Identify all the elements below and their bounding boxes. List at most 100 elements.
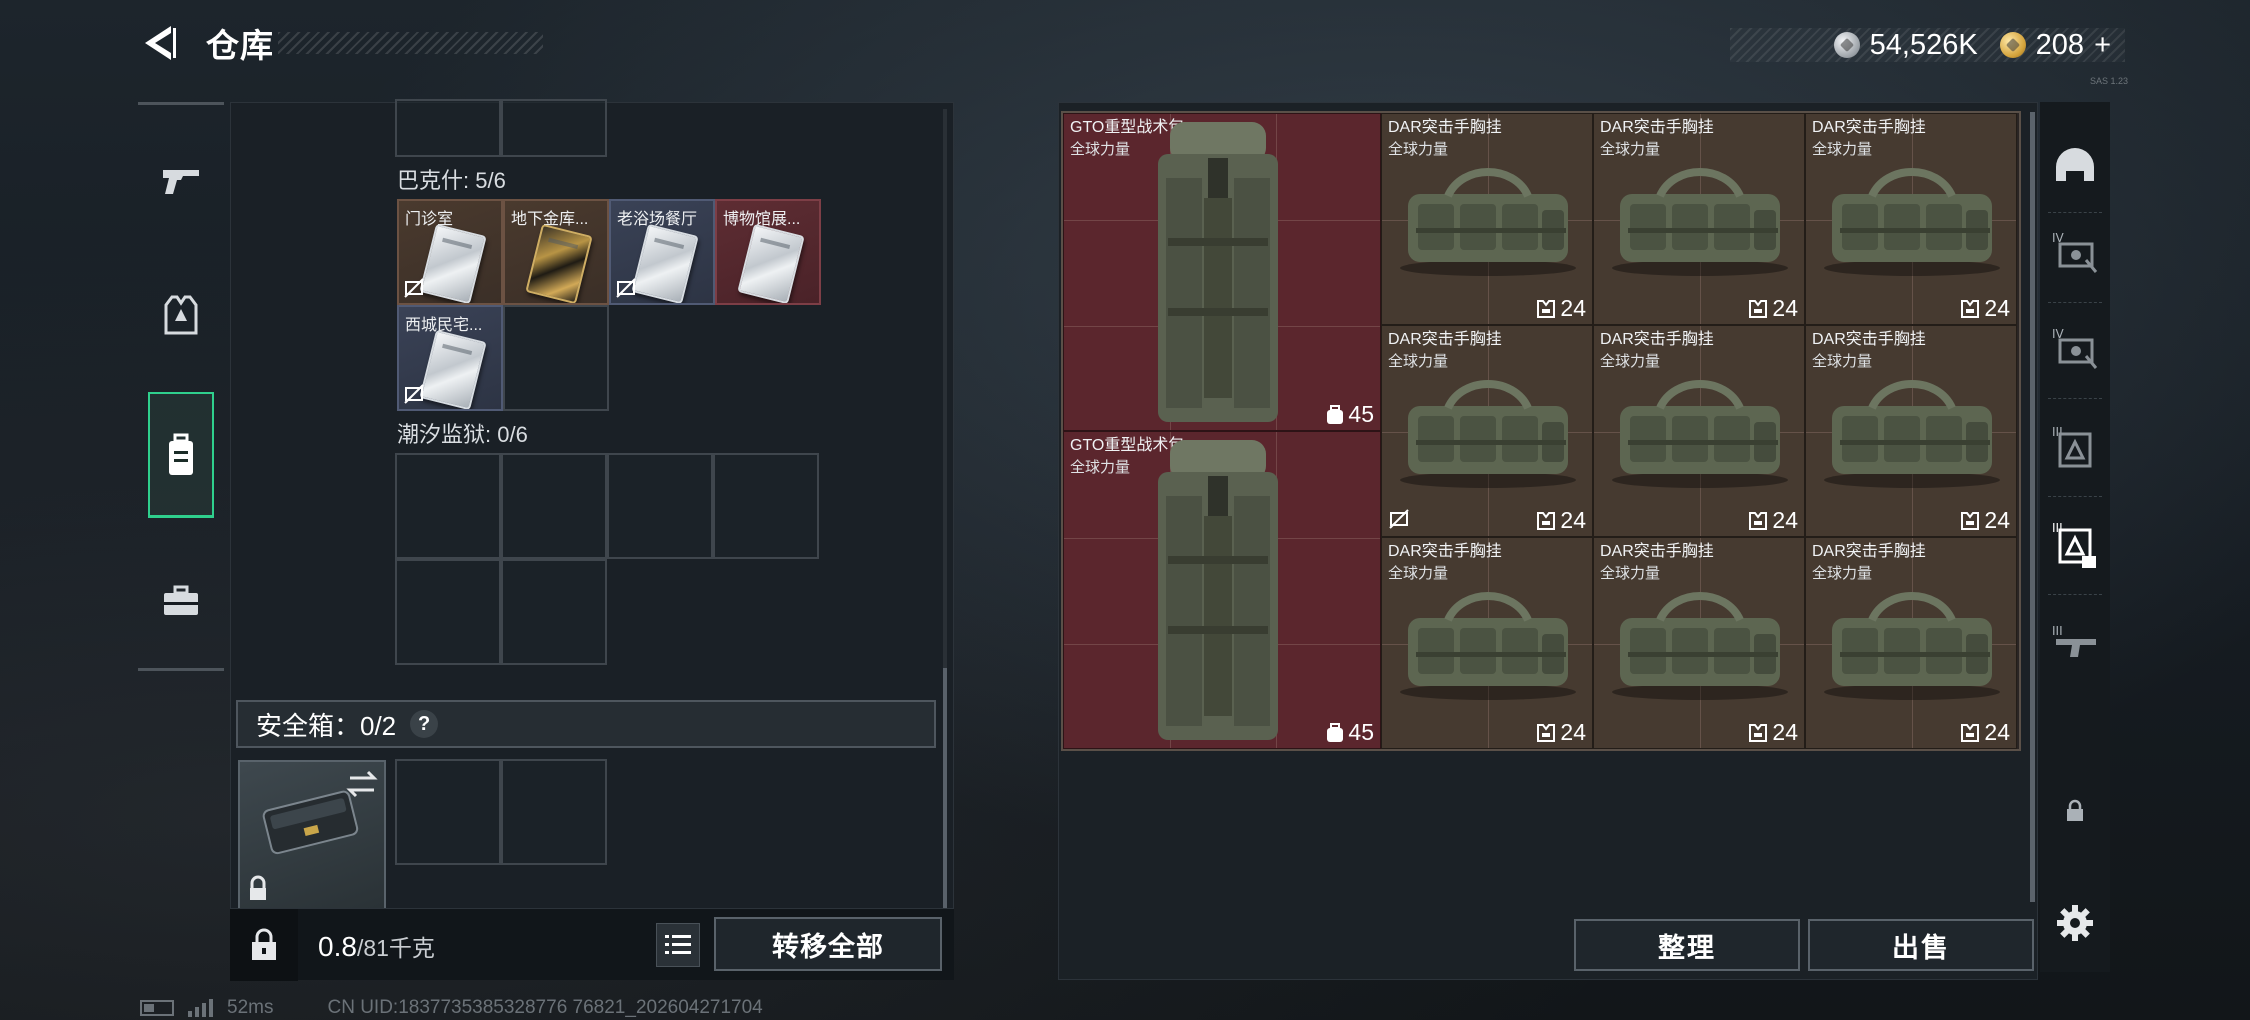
item-capacity: 24 (1748, 295, 1798, 322)
filter-armor-iv[interactable]: IV (2050, 228, 2100, 278)
keycard-item[interactable]: 门诊室 (397, 199, 503, 305)
backpack-item[interactable]: GTO重型战术包 全球力量 45 (1063, 113, 1381, 431)
weight-display: 0.8/81千克 (318, 929, 435, 963)
gun-iii-icon: III (2052, 624, 2096, 657)
list-icon (665, 935, 691, 954)
right-filter-rail: IV IV III III III (2040, 102, 2110, 972)
empty-slot[interactable] (503, 305, 609, 411)
chest-rig-item[interactable]: DAR突击手胸挂 全球力量 24 (1805, 537, 2017, 749)
card-label: 西城民宅... (405, 317, 483, 334)
keycard-item[interactable]: 地下金库... (503, 199, 609, 305)
tidy-button[interactable]: 整理 (1574, 919, 1800, 971)
padlock-icon (252, 928, 276, 960)
empty-slot[interactable] (395, 453, 501, 559)
title-bar: 仓库 (138, 22, 548, 65)
keycard-item[interactable]: 博物馆展... (715, 199, 821, 305)
backpack-image (1158, 122, 1278, 422)
armor-iv-icon: IV (2052, 327, 2098, 369)
filter-gun-iii[interactable]: III (2050, 618, 2100, 668)
chest-rig-item[interactable]: DAR突击手胸挂 全球力量 24 (1381, 325, 1593, 537)
back-button[interactable] (138, 22, 180, 64)
chest-rig-image (1612, 592, 1788, 700)
chest-rig-item[interactable]: DAR突击手胸挂 全球力量 24 (1805, 325, 2017, 537)
chest-rig-item[interactable]: DAR突击手胸挂 全球力量 24 (1381, 113, 1593, 325)
vest-icon (164, 295, 198, 335)
safebox-slot[interactable] (395, 759, 501, 865)
chest-rig-icon (1537, 723, 1556, 742)
container-scrollbar[interactable] (2030, 112, 2035, 902)
weight-lock[interactable] (230, 909, 298, 981)
chest-rig-image (1612, 168, 1788, 276)
rig-iii-icon: III (2052, 521, 2096, 568)
item-capacity: 24 (1536, 719, 1586, 746)
add-currency-button[interactable]: + (2094, 29, 2111, 62)
item-brand: 全球力量 (1812, 353, 1873, 370)
keycard-item[interactable]: 西城民宅... (397, 305, 503, 411)
safebox-header: 安全箱：0/2 ? (236, 700, 936, 748)
rail-item-backpack[interactable] (148, 392, 214, 518)
chest-rig-image (1824, 380, 2000, 488)
chest-rig-icon (1749, 723, 1768, 742)
empty-slot[interactable] (395, 559, 501, 665)
item-name: DAR突击手胸挂 (1388, 331, 1502, 348)
list-view-button[interactable] (656, 923, 700, 967)
item-capacity: 24 (1748, 719, 1798, 746)
chest-rig-item[interactable]: DAR突击手胸挂 全球力量 24 (1381, 537, 1593, 749)
empty-slot[interactable] (501, 559, 607, 665)
chest-rig-image (1400, 380, 1576, 488)
safebox-container[interactable] (238, 760, 386, 910)
settings-button[interactable] (2050, 898, 2100, 948)
lock-icon (2067, 799, 2083, 821)
card-label: 老浴场餐厅 (617, 211, 698, 228)
no-trade-icon (404, 278, 424, 298)
item-name: DAR突击手胸挂 (1388, 543, 1502, 560)
keycard-image (419, 329, 487, 409)
grid-cell (395, 99, 501, 157)
backpack-item[interactable]: GTO重型战术包 全球力量 45 (1063, 431, 1381, 749)
item-name: DAR突击手胸挂 (1600, 119, 1714, 136)
chest-rig-icon (1961, 511, 1980, 530)
filter-rig-iii-active[interactable]: III (2050, 520, 2100, 570)
container-grid: GTO重型战术包 全球力量 45 GTO重型战术包 全球力量 45 DAR突击手… (1061, 111, 2021, 751)
item-name: DAR突击手胸挂 (1812, 543, 1926, 560)
help-button[interactable]: ? (410, 710, 439, 738)
chest-rig-item[interactable]: DAR突击手胸挂 全球力量 24 (1593, 537, 1805, 749)
filter-helmet[interactable] (2050, 140, 2100, 190)
weight-capacity: /81千克 (356, 935, 435, 961)
chest-rig-image (1824, 592, 2000, 700)
stash-scroll-thumb[interactable] (943, 668, 947, 908)
rail-item-toolbox[interactable] (148, 538, 214, 664)
sell-button[interactable]: 出售 (1808, 919, 2034, 971)
backpack-icon (169, 433, 193, 475)
item-brand: 全球力量 (1600, 141, 1661, 158)
item-brand: 全球力量 (1812, 565, 1873, 582)
keycard-item[interactable]: 老浴场餐厅 (609, 199, 715, 305)
gold-balance: 208 (2035, 28, 2085, 61)
filter-rig-iii[interactable]: III (2050, 422, 2100, 472)
empty-slot[interactable] (713, 453, 819, 559)
chest-rig-item[interactable]: DAR突击手胸挂 全球力量 24 (1593, 325, 1805, 537)
item-capacity: 45 (1326, 401, 1374, 428)
filter-armor-iv-2[interactable]: IV (2050, 324, 2100, 374)
safebox-slot[interactable] (501, 759, 607, 865)
section-title-tidal-prison: 潮汐监狱: 0/6 (397, 422, 528, 447)
item-capacity: 24 (1960, 719, 2010, 746)
backpack-capacity-icon (1327, 722, 1344, 742)
item-brand: 全球力量 (1070, 459, 1131, 476)
rail-item-weapons[interactable] (148, 118, 214, 244)
chest-rig-item[interactable]: DAR突击手胸挂 全球力量 24 (1593, 113, 1805, 325)
rail-divider (138, 102, 224, 105)
transfer-all-button[interactable]: 转移全部 (714, 917, 942, 971)
grid-cell (501, 99, 607, 157)
filter-locked[interactable] (2050, 786, 2100, 836)
chest-rig-image (1824, 168, 2000, 276)
rail-item-equipment[interactable] (148, 252, 214, 378)
swap-icon[interactable] (346, 770, 378, 798)
empty-slot[interactable] (607, 453, 713, 559)
silver-coin-icon (1833, 32, 1860, 58)
empty-slot[interactable] (501, 453, 607, 559)
keycard-image (525, 223, 593, 303)
keycard-image (419, 223, 487, 303)
chest-rig-item[interactable]: DAR突击手胸挂 全球力量 24 (1805, 113, 2017, 325)
pistol-icon (163, 170, 199, 194)
